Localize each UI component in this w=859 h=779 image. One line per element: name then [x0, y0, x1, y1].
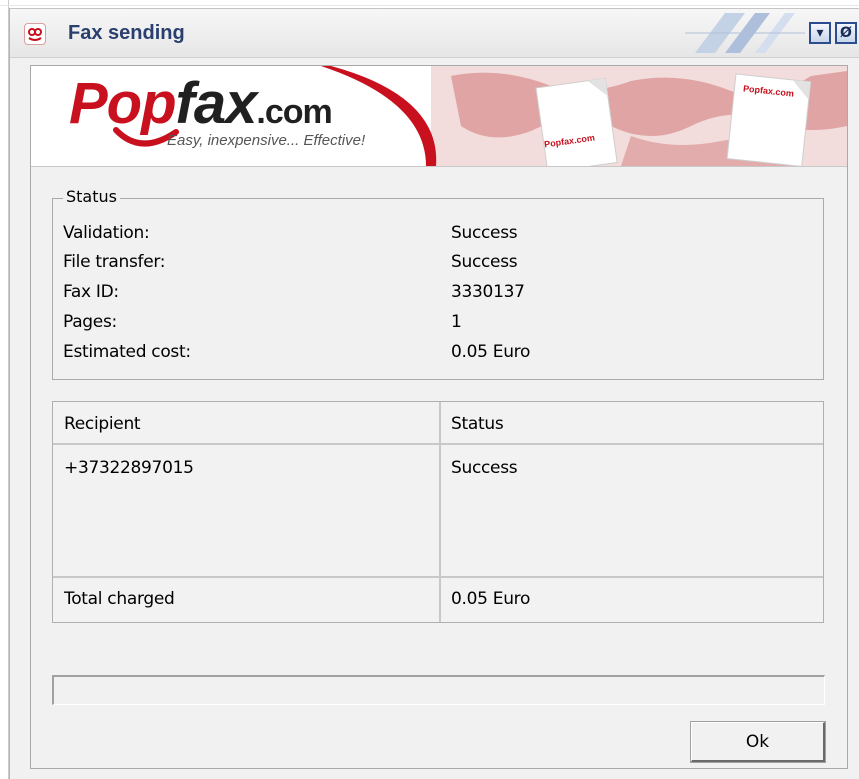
pages-value: 1: [451, 312, 462, 332]
banner-tagline: Easy, inexpensive... Effective!: [167, 132, 366, 149]
logo-fax: fax: [175, 71, 258, 136]
background-edge-top: [0, 5, 859, 6]
estimated-cost-value: 0.05 Euro: [451, 342, 531, 362]
minimize-button[interactable]: ▾: [809, 22, 831, 44]
logo-dotcom: .com: [256, 93, 332, 131]
fax-sending-dialog: Fax sending ▾ Ø Popfax.com Easy, inexpen…: [9, 8, 859, 779]
send-progress-bar: [52, 675, 825, 705]
popfax-banner: Popfax.com Easy, inexpensive... Effectiv…: [31, 66, 847, 167]
validation-label: Validation:: [63, 223, 150, 243]
recipient-number[interactable]: +37322897015: [64, 458, 194, 478]
total-divider: [53, 576, 823, 578]
titlebar-decoration: [685, 13, 805, 53]
pages-label: Pages:: [63, 312, 117, 332]
fax-id-label: Fax ID:: [63, 282, 119, 302]
popfax-logo: Popfax.com: [69, 70, 333, 137]
estimated-cost-label: Estimated cost:: [63, 342, 191, 362]
header-divider: [53, 443, 823, 445]
file-transfer-label: File transfer:: [63, 252, 166, 272]
validation-value: Success: [451, 223, 518, 243]
total-charged-label: Total charged: [64, 589, 175, 609]
total-charged-value: 0.05 Euro: [451, 589, 531, 609]
dialog-client-area: Popfax.com Easy, inexpensive... Effectiv…: [30, 65, 848, 769]
window-title: Fax sending: [68, 22, 185, 44]
file-transfer-value: Success: [451, 252, 518, 272]
popfax-app-icon: [24, 23, 46, 45]
column-divider: [439, 402, 441, 622]
title-bar[interactable]: Fax sending ▾ Ø: [10, 9, 859, 58]
ok-button[interactable]: Ok: [690, 721, 826, 763]
recipients-table[interactable]: Recipient Status +37322897015 Success To…: [52, 401, 824, 623]
column-header-status[interactable]: Status: [451, 414, 504, 434]
column-header-recipient[interactable]: Recipient: [64, 414, 141, 434]
close-button[interactable]: Ø: [835, 22, 857, 44]
fax-id-value: 3330137: [451, 282, 525, 302]
status-group-legend: Status: [63, 187, 120, 206]
recipient-status[interactable]: Success: [451, 458, 518, 478]
